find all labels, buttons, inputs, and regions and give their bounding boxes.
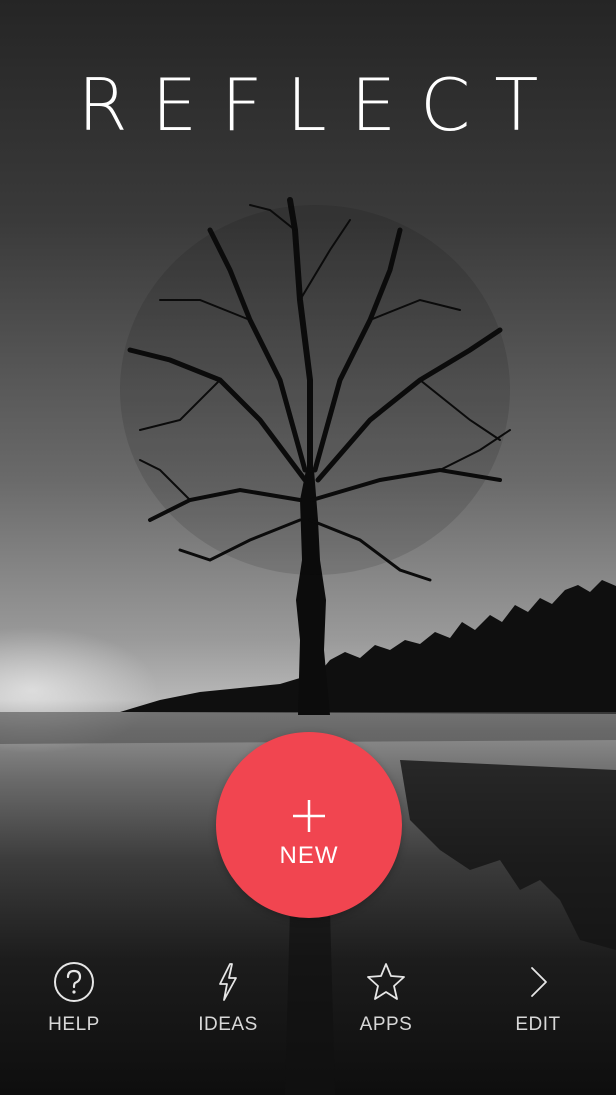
plus-icon — [293, 800, 325, 832]
background-tree-photo — [0, 197, 616, 1095]
new-entry-button[interactable]: NEW — [216, 732, 402, 918]
tab-ideas-label: IDEAS — [198, 1014, 258, 1035]
water-reflection — [400, 760, 616, 950]
tab-ideas[interactable]: IDEAS — [168, 960, 288, 1050]
bottom-tab-bar: HELP IDEAS APPS EDIT — [0, 960, 616, 1050]
new-button-label: NEW — [279, 842, 339, 869]
chevron-right-icon — [531, 967, 547, 997]
app-title: REFLECT — [77, 63, 563, 147]
star-icon — [367, 963, 405, 1000]
tab-apps-label: APPS — [359, 1014, 413, 1035]
help-circle-icon — [54, 962, 94, 1002]
tab-apps[interactable]: APPS — [326, 960, 446, 1050]
treeline — [120, 580, 616, 714]
tab-edit-label: EDIT — [515, 1014, 561, 1035]
tab-help-label: HELP — [48, 1014, 100, 1035]
tree-canopy — [120, 205, 510, 575]
tab-edit[interactable]: EDIT — [478, 960, 598, 1050]
tab-help[interactable]: HELP — [14, 960, 134, 1050]
lightning-bolt-icon — [219, 963, 237, 1001]
home-screen: REFLECT NEW HELP IDEAS APPS EDIT — [0, 0, 616, 1095]
